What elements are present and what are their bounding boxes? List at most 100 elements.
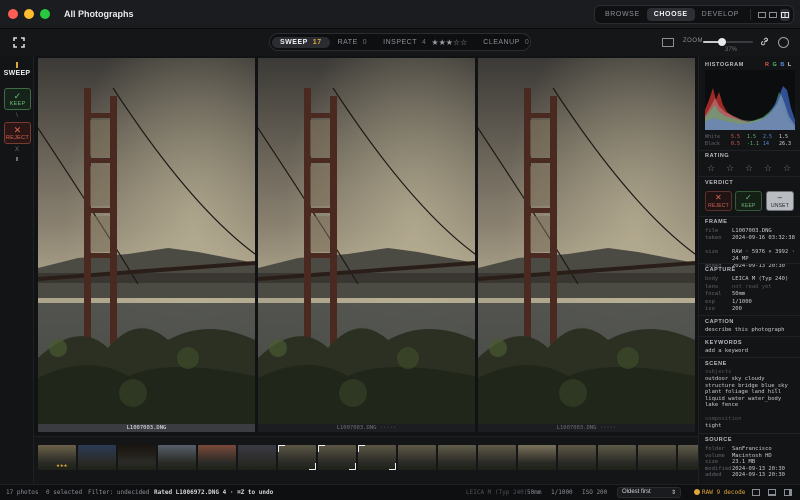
filmstrip[interactable]: ★★★ xyxy=(34,436,698,484)
filmstrip-thumbnail[interactable] xyxy=(278,445,316,470)
compare-view: L1007003.DNG L1007003.DNG ····· L1007003… xyxy=(38,58,696,432)
capture-value: 1/1000 xyxy=(732,298,752,305)
filmstrip-thumbnail[interactable] xyxy=(238,445,276,470)
keep-button[interactable]: ✓ KEEP xyxy=(4,88,31,110)
channel-l[interactable]: L xyxy=(788,62,792,68)
filmstrip-thumbnail[interactable] xyxy=(438,445,476,470)
scene-subjects-label: subjects xyxy=(705,369,732,375)
capture-value: 50mm xyxy=(732,291,746,297)
single-layout-button[interactable] xyxy=(768,9,778,21)
filmstrip-thumbnail[interactable] xyxy=(478,445,516,470)
rating-star-3[interactable]: ☆ xyxy=(745,163,753,174)
step-cleanup-count: 0 xyxy=(524,38,530,46)
histogram-chart xyxy=(705,70,795,130)
inspector-toggle-icon[interactable] xyxy=(784,489,792,496)
minimize-window-button[interactable] xyxy=(24,9,34,19)
rating-star-4[interactable]: ☆ xyxy=(764,163,772,174)
filmstrip-toggle-icon[interactable] xyxy=(768,489,776,496)
mode-tab-browse[interactable]: BROWSE xyxy=(598,8,647,21)
channel-b[interactable]: B xyxy=(780,62,785,68)
step-inspect-label: INSPECT xyxy=(383,38,417,46)
chevron-updown-icon: ⇕ xyxy=(670,490,676,496)
filmstrip-thumbnail[interactable] xyxy=(598,445,636,470)
histogram-channels: R G B L xyxy=(765,62,792,68)
zoom-slider[interactable] xyxy=(703,38,753,46)
rating-stars: ☆ ☆ ☆ ☆ ☆ xyxy=(707,163,791,174)
verdict-unset-button[interactable]: – UNSET xyxy=(766,191,794,211)
step-cleanup[interactable]: CLEANUP 0 xyxy=(475,37,537,48)
rating-star-5[interactable]: ☆ xyxy=(783,163,791,174)
rating-star-2[interactable]: ☆ xyxy=(726,163,734,174)
verdict-reject-button[interactable]: ✕ REJECT xyxy=(705,191,732,211)
step-inspect-count: 4 xyxy=(422,38,427,46)
source-title: SOURCE xyxy=(705,437,733,443)
filmstrip-thumbnail[interactable]: ★★★ xyxy=(38,445,76,470)
close-window-button[interactable] xyxy=(8,9,18,19)
black-g: -1.1 xyxy=(747,141,760,147)
rating-star-1[interactable]: ☆ xyxy=(707,163,715,174)
frame-key: size xyxy=(705,249,719,255)
zoom-window-button[interactable] xyxy=(40,9,50,19)
sort-select[interactable]: Oldest first ⇕ xyxy=(617,487,681,498)
raw-decode-label: RAW 9 decode xyxy=(702,489,746,496)
filmstrip-thumbnail[interactable] xyxy=(318,445,356,470)
single-layout-icon xyxy=(769,11,778,18)
rating-title: RATING xyxy=(705,153,730,159)
grid-layout-button[interactable] xyxy=(757,9,767,21)
sort-select-value: Oldest first xyxy=(622,489,651,495)
section-divider xyxy=(699,433,800,434)
filmstrip-thumbnail[interactable] xyxy=(558,445,596,470)
zoom-slider-handle[interactable] xyxy=(717,38,726,46)
compare-photo[interactable]: L1007003.DNG ····· xyxy=(478,58,695,432)
filmstrip-thumbnail[interactable] xyxy=(358,445,396,470)
section-divider xyxy=(699,357,800,358)
caption-input[interactable]: describe this photograph xyxy=(705,327,797,334)
capture-title: CAPTURE xyxy=(705,267,736,273)
compare-layout-button[interactable] xyxy=(780,8,790,21)
verdict-reject-label: REJECT xyxy=(708,203,729,209)
mode-tab-choose[interactable]: CHOOSE xyxy=(646,8,695,21)
filter-status[interactable]: Filter: undecided xyxy=(88,489,149,496)
white-g: 1.5 xyxy=(747,134,757,140)
frame-value: L1007003.DNG xyxy=(732,228,772,234)
capture-key: lens xyxy=(705,283,719,290)
frame-value: RAW · 5976 × 3992 · 24 MP xyxy=(732,249,795,262)
filmstrip-thumbnail[interactable] xyxy=(638,445,676,470)
filmstrip-thumbnail[interactable] xyxy=(158,445,196,470)
filmstrip-thumbnail[interactable] xyxy=(118,445,156,470)
photo-filename: L1007003.DNG ····· xyxy=(478,424,695,432)
step-cleanup-label: CLEANUP xyxy=(483,38,520,46)
filmstrip-thumbnail[interactable] xyxy=(518,445,556,470)
scene-subjects: outdoor sky cloudy structure bridge blue… xyxy=(705,376,788,408)
compare-photo[interactable]: L1007003.DNG xyxy=(38,58,255,432)
status-focal: 50mm xyxy=(527,489,542,496)
status-bar: 17 photos 0 selected Filter: undecided R… xyxy=(0,484,800,500)
focus-toggle-icon[interactable] xyxy=(778,37,789,48)
reject-button[interactable]: ✕ REJECT xyxy=(4,122,31,144)
selected-count: 0 selected xyxy=(46,489,83,496)
scene-title: SCENE xyxy=(705,361,727,367)
compare-view-icon[interactable] xyxy=(662,38,674,47)
filmstrip-thumbnail[interactable] xyxy=(398,445,436,470)
fullscreen-icon[interactable] xyxy=(13,37,25,48)
capture-value: 200 xyxy=(732,306,742,312)
step-inspect[interactable]: INSPECT 4 ★★★☆☆ xyxy=(375,36,475,49)
panel-toggle-icon[interactable] xyxy=(752,489,760,496)
channel-g[interactable]: G xyxy=(773,62,778,68)
keyword-input[interactable]: add a keyword xyxy=(705,348,797,355)
filmstrip-thumbnail[interactable] xyxy=(198,445,236,470)
compare-photo[interactable]: L1007003.DNG ····· xyxy=(258,58,475,432)
capture-key: focal xyxy=(705,291,722,297)
photo-count: 17 photos xyxy=(6,489,39,496)
step-sweep[interactable]: SWEEP 17 xyxy=(272,36,330,48)
capture-value: not read yet xyxy=(732,283,772,290)
step-rate[interactable]: RATE 0 xyxy=(330,37,376,48)
source-value: 2024-09-13 20:30 xyxy=(732,472,785,478)
channel-r[interactable]: R xyxy=(765,62,770,68)
filmstrip-thumbnail[interactable] xyxy=(678,445,698,470)
filmstrip-thumbnail[interactable] xyxy=(78,445,116,470)
link-icon[interactable] xyxy=(760,37,769,46)
verdict-keep-button[interactable]: ✓ KEEP xyxy=(735,191,762,211)
window-title: All Photographs xyxy=(64,9,134,19)
mode-tab-develop[interactable]: DEVELOP xyxy=(695,8,746,21)
